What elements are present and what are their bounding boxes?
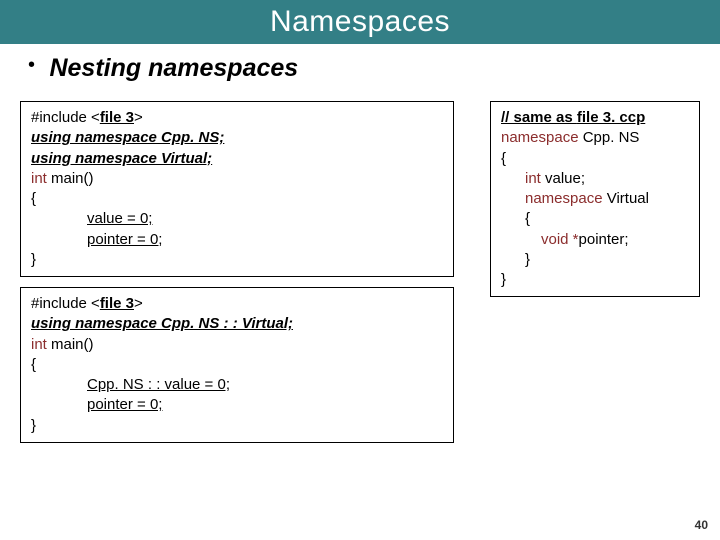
code-line: { [31, 356, 36, 373]
code-line: namespace Cpp. NS [501, 129, 639, 146]
code-example-1: #include <file 3> using namespace Cpp. N… [20, 101, 454, 277]
right-column: // same as file 3. ccp namespace Cpp. NS… [490, 101, 700, 453]
code-line: int main() [31, 170, 94, 187]
content-columns: #include <file 3> using namespace Cpp. N… [0, 83, 720, 453]
code-line: pointer = 0; [31, 396, 162, 413]
subhead: • Nesting namespaces [0, 44, 720, 83]
bullet-icon: • [28, 54, 35, 77]
code-line: namespace Virtual [501, 190, 649, 207]
code-line: } [501, 271, 506, 288]
title-bar: Namespaces [0, 0, 720, 44]
subhead-text: Nesting namespaces [49, 54, 298, 82]
page-number: 40 [695, 518, 708, 532]
code-line: using namespace Cpp. NS : : Virtual; [31, 315, 293, 332]
code-line: #include <file 3> [31, 109, 143, 126]
code-line: } [31, 251, 36, 268]
code-line: { [31, 190, 36, 207]
code-line: Cpp. NS : : value = 0; [31, 376, 230, 393]
code-line: } [501, 251, 530, 268]
code-line: using namespace Cpp. NS; [31, 129, 224, 146]
code-line: void *pointer; [501, 231, 629, 248]
code-line: value = 0; [31, 210, 152, 227]
code-line: } [31, 417, 36, 434]
page-title: Namespaces [270, 5, 450, 39]
code-line: int main() [31, 336, 94, 353]
code-line: int value; [501, 170, 585, 187]
code-example-3: // same as file 3. ccp namespace Cpp. NS… [490, 101, 700, 297]
code-line: using namespace Virtual; [31, 150, 212, 167]
code-line: { [501, 150, 506, 167]
code-line: { [501, 210, 530, 227]
code-line: // same as file 3. ccp [501, 109, 645, 126]
code-line: #include <file 3> [31, 295, 143, 312]
code-example-2: #include <file 3> using namespace Cpp. N… [20, 287, 454, 443]
code-line: pointer = 0; [31, 231, 162, 248]
left-column: #include <file 3> using namespace Cpp. N… [20, 101, 454, 453]
